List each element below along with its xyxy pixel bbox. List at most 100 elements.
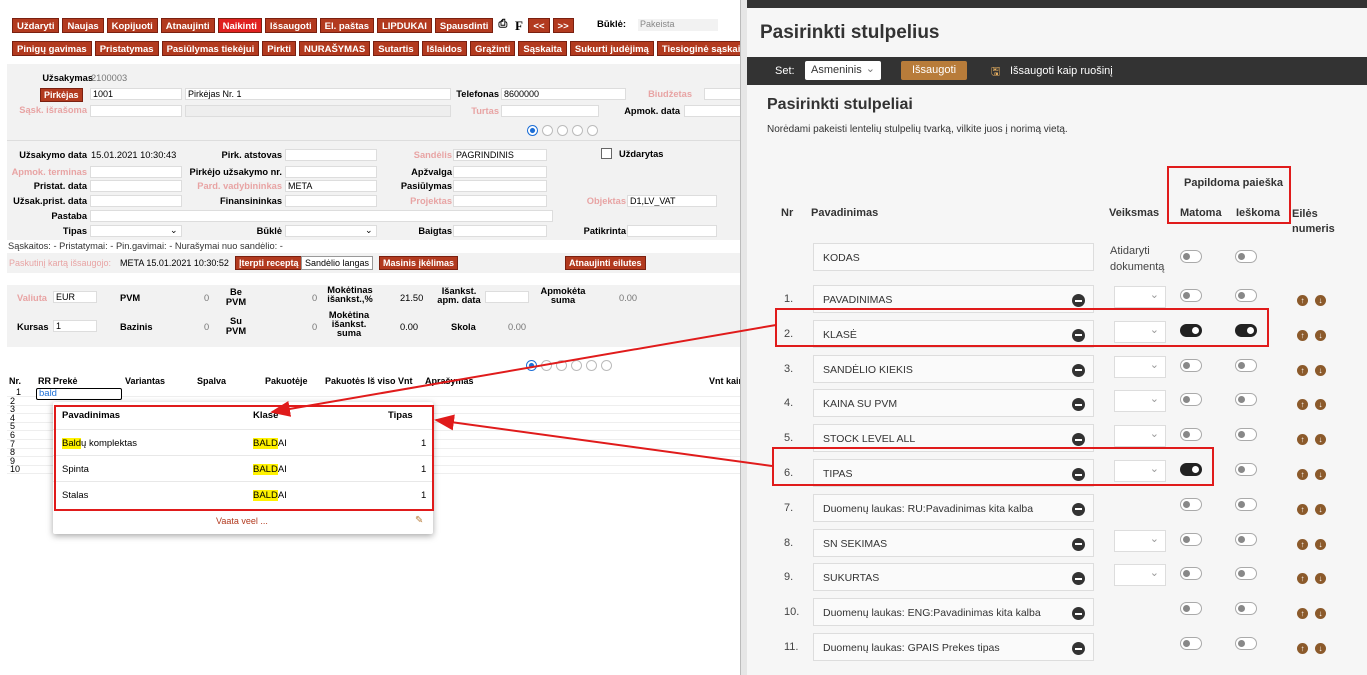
column-field[interactable]: SANDĖLIO KIEKIS [813,354,1094,383]
mass-import-button[interactable]: Masinis įkėlimas [379,256,459,270]
toolbar2-button-10[interactable]: Tiesioginė sąskaita [656,41,740,56]
visible-toggle[interactable] [1180,497,1202,511]
column-field[interactable]: Duomenų laukas: GPAIS Prekes tipas [813,633,1094,661]
state-select[interactable] [285,225,377,237]
toolbar2-button-8[interactable]: Sąskaita [518,41,567,56]
save-as-template-button[interactable]: Išsaugoti kaip ruošinį [1010,65,1113,77]
move-down-icon[interactable]: ↓ [1315,364,1326,376]
searchable-toggle[interactable] [1235,393,1257,407]
move-down-icon[interactable]: ↓ [1315,643,1326,654]
toolbar1-button-4[interactable]: Naikinti [217,18,262,33]
asset-input[interactable] [501,105,599,117]
move-up-icon[interactable]: ↑ [1297,538,1308,550]
pager-dots-2[interactable] [526,360,612,371]
toolbar2-button-5[interactable]: Sutartis [373,41,419,56]
type-select[interactable] [90,225,182,237]
move-down-icon[interactable]: ↓ [1315,399,1326,411]
toolbar1-button-0[interactable]: Uždaryti [12,18,60,33]
warehouse-window-button[interactable]: Sandėlio langas [301,256,374,270]
budget-input[interactable] [704,88,740,100]
popup-more-link[interactable]: Vaata veel ... [216,516,268,526]
toolbar2-button-0[interactable]: Pinigų gavimas [12,41,92,56]
visible-toggle[interactable] [1180,289,1202,302]
visible-toggle[interactable] [1180,250,1202,263]
buyer-button[interactable]: Pirkėjas [40,88,83,102]
product-search-input[interactable]: bald [36,388,122,400]
toolbar1-button-9[interactable]: << [528,18,550,33]
toolbar2-button-9[interactable]: Sukurti judėjimą [569,41,654,56]
visible-toggle[interactable] [1180,532,1202,546]
currency-input[interactable]: EUR [53,291,97,303]
toolbar2-button-6[interactable]: Išlaidos [421,41,467,56]
phone-input[interactable]: 8600000 [501,88,626,100]
searchable-toggle[interactable] [1235,358,1257,372]
move-up-icon[interactable]: ↑ [1297,399,1308,411]
column-row[interactable]: 10. Duomenų laukas: ENG:Pavadinimas kita … [747,593,1367,630]
checked-input[interactable] [627,225,717,237]
visible-toggle[interactable] [1180,428,1202,442]
pager-dots-1[interactable] [527,125,598,136]
move-down-icon[interactable]: ↓ [1315,434,1326,446]
delivery-date-input[interactable] [90,180,182,192]
move-up-icon[interactable]: ↑ [1297,503,1308,515]
buyer-code-input[interactable]: 1001 [90,88,182,100]
column-field[interactable]: SUKURTAS [813,563,1094,592]
toolbar2-button-4[interactable]: NURAŠYMAS [299,41,371,56]
column-row[interactable]: 7. Duomenų laukas: RU:Pavadinimas kita ka… [747,489,1367,526]
visible-toggle[interactable] [1180,358,1202,372]
move-down-icon[interactable]: ↓ [1315,329,1326,341]
action-select[interactable] [1114,425,1166,448]
refresh-rows-button[interactable]: Atnaujinti eilutes [565,256,646,270]
object-input[interactable]: D1,LV_VAT [627,195,717,207]
toolbar1-button-3[interactable]: Atnaujinti [160,18,215,33]
project-input[interactable] [453,195,547,207]
f-button[interactable]: F [512,18,525,33]
visible-toggle[interactable] [1180,567,1202,581]
move-up-icon[interactable]: ↑ [1297,643,1308,654]
column-field[interactable]: KODAS [813,243,1094,271]
action-select[interactable] [1114,529,1166,552]
searchable-toggle[interactable] [1235,637,1257,650]
searchable-toggle[interactable] [1235,532,1257,546]
toolbar1-button-8[interactable]: Spausdinti [434,18,494,33]
toolbar1-button-10[interactable]: >> [552,18,574,33]
payment-date-input[interactable] [684,105,740,117]
window-divider[interactable] [740,0,747,675]
move-down-icon[interactable]: ↓ [1315,573,1326,585]
column-field[interactable]: Duomenų laukas: RU:Pavadinimas kita kalb… [813,493,1094,522]
move-up-icon[interactable]: ↑ [1297,469,1308,480]
paperclip-icon[interactable]: ⎙ [496,18,509,33]
note-input[interactable] [90,210,553,222]
visible-toggle[interactable] [1180,393,1202,407]
action-select[interactable] [1114,564,1166,587]
toolbar2-button-3[interactable]: Pirkti [262,41,296,56]
payment-term-input[interactable] [90,166,182,178]
column-field[interactable]: KAINA SU PVM [813,389,1094,418]
remove-column-icon[interactable] [1072,294,1085,307]
offer-input[interactable] [453,180,547,192]
toolbar2-button-7[interactable]: Grąžinti [469,41,516,56]
remove-column-icon[interactable] [1072,363,1085,377]
move-down-icon[interactable]: ↓ [1315,608,1326,620]
prepayment-date-input[interactable] [485,291,529,303]
review-input[interactable] [453,166,547,178]
sales-manager-input[interactable]: META [285,180,377,192]
move-up-icon[interactable]: ↑ [1297,608,1308,620]
column-row[interactable]: 3. SANDĖLIO KIEKIS ↑ ↓ [747,350,1367,387]
buyer-order-nr-input[interactable] [285,166,377,178]
column-row[interactable]: 4. KAINA SU PVM ↑ ↓ [747,384,1367,421]
action-select[interactable] [1114,390,1166,413]
buyer-name-input[interactable]: Pirkėjas Nr. 1 [185,88,451,100]
move-down-icon[interactable]: ↓ [1315,469,1326,480]
move-up-icon[interactable]: ↑ [1297,434,1308,446]
save-button[interactable]: Išsaugoti [901,61,968,80]
warehouse-input[interactable]: PAGRINDINIS [453,149,547,161]
toolbar2-button-1[interactable]: Pristatymas [94,41,159,56]
wrench-icon[interactable]: ✎ [415,515,423,526]
searchable-toggle[interactable] [1235,289,1257,302]
buyer-rep-input[interactable] [285,149,377,161]
searchable-toggle[interactable] [1235,428,1257,442]
move-down-icon[interactable]: ↓ [1315,503,1326,515]
finished-input[interactable] [453,225,547,237]
toolbar1-button-1[interactable]: Naujas [62,18,104,33]
